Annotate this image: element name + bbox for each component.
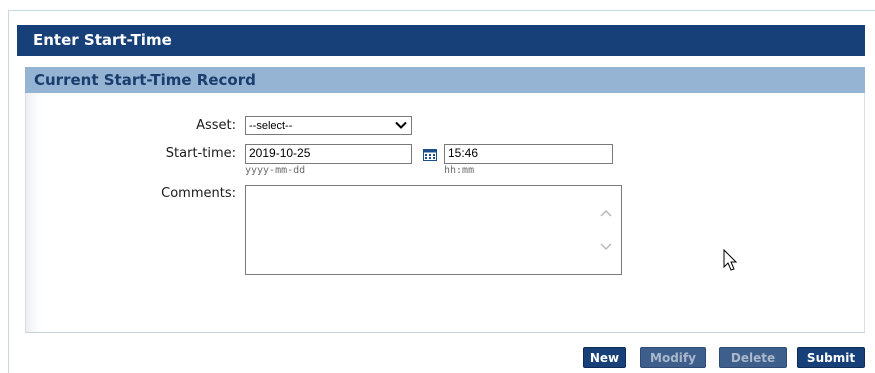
date-format-hint: yyyy-mm-dd xyxy=(245,165,306,176)
comments-textarea[interactable] xyxy=(245,185,622,275)
modify-button[interactable]: Modify xyxy=(640,347,706,368)
calendar-icon[interactable] xyxy=(423,149,437,161)
new-button[interactable]: New xyxy=(583,347,626,368)
scroll-up-icon[interactable] xyxy=(599,208,613,218)
chevron-down-icon xyxy=(395,121,407,129)
scroll-down-icon[interactable] xyxy=(599,242,613,252)
submit-button[interactable]: Submit xyxy=(797,347,865,368)
section-title: Current Start-Time Record xyxy=(25,67,865,93)
time-format-hint: hh:mm xyxy=(444,165,475,176)
asset-select-value: --select-- xyxy=(249,120,293,132)
delete-button[interactable]: Delete xyxy=(719,347,787,368)
asset-select[interactable]: --select-- xyxy=(245,116,412,135)
asset-label: Asset: xyxy=(196,118,236,133)
start-time-label: Start-time: xyxy=(165,146,236,161)
comments-label: Comments: xyxy=(161,186,236,201)
start-time-input[interactable]: 15:46 xyxy=(444,144,613,164)
mouse-pointer-icon xyxy=(723,249,738,271)
start-date-input[interactable]: 2019-10-25 xyxy=(245,144,412,164)
page-title: Enter Start-Time xyxy=(17,25,865,56)
